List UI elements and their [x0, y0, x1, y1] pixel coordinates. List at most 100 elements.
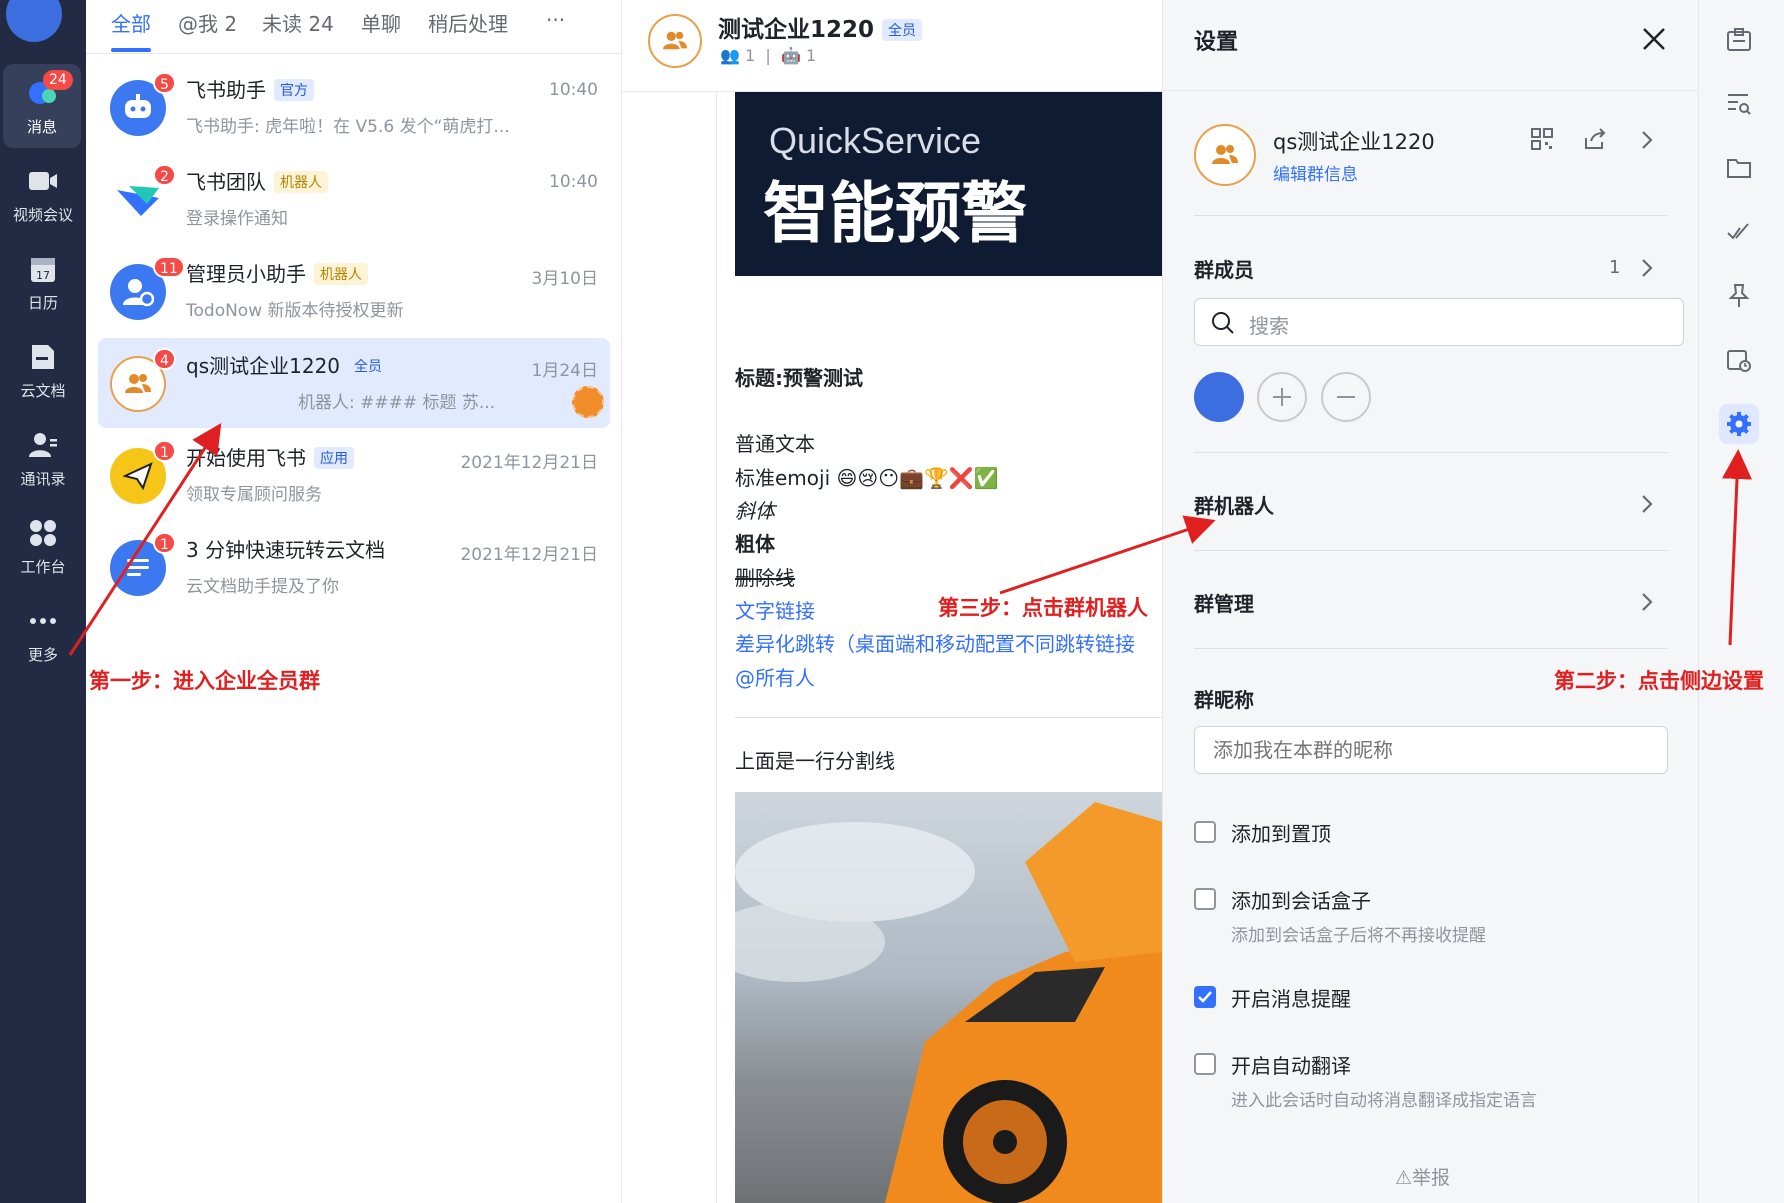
settings-title: 设置 [1194, 30, 1239, 55]
chevron-right-icon [1641, 494, 1653, 518]
chat-preview: 云文档助手提及了你 [186, 577, 339, 597]
bot-mini-avatar [572, 386, 604, 418]
chat-box-checkbox[interactable] [1194, 888, 1216, 910]
list-item[interactable]: 1 开始使用飞书 应用 2021年12月21日 领取专属顾问服务 [98, 430, 610, 520]
chat-name: 管理员小助手 机器人 [186, 258, 368, 287]
chat-name-text: 开始使用飞书 [186, 446, 306, 470]
notify-checkbox[interactable] [1194, 986, 1216, 1008]
tab-later[interactable]: 稍后处理 [428, 8, 508, 37]
message-card: QuickService 智能预警 标题:预警测试 普通文本 标准emoji 😄… [716, 92, 1163, 1203]
list-item[interactable]: 5 飞书助手 官方 10:40 飞书助手: 虎年啦！在 V5.6 发个“萌虎打..… [98, 62, 610, 152]
minus-icon [1337, 396, 1355, 398]
text-divider-note: 上面是一行分割线 [735, 749, 895, 773]
announcement-icon[interactable] [1723, 24, 1755, 56]
calendar-icon: 17 [26, 252, 60, 286]
diff-jump-link[interactable]: 差异化跳转（桌面端和移动配置不同跳转链接 [735, 628, 1135, 657]
qr-code-icon[interactable] [1531, 128, 1553, 154]
bot-icon: 🤖 [780, 46, 801, 65]
tab-all[interactable]: 全部 [111, 8, 151, 37]
at-all-mention[interactable]: @所有人 [735, 662, 815, 691]
list-item[interactable]: 4 qs测试企业1220 全员 1月24日 机器人: #### 标题 苏... [98, 338, 610, 428]
search-history-icon[interactable] [1723, 88, 1755, 120]
card-divider [735, 717, 1163, 718]
edit-group-info-link[interactable]: 编辑群信息 [1273, 160, 1358, 185]
nav-label: 通讯录 [20, 469, 66, 488]
group-avatar-icon[interactable] [1194, 124, 1256, 186]
more-dots-icon [26, 604, 60, 638]
list-item[interactable]: 11 管理员小助手 机器人 3月10日 TodoNow 新版本待授权更新 [98, 246, 610, 336]
unread-badge: 5 [153, 72, 176, 94]
member-avatar[interactable] [1194, 372, 1244, 422]
warning-icon: ⚠ [1395, 1167, 1413, 1189]
text-link[interactable]: 文字链接 [735, 595, 815, 624]
chat-preview: TodoNow 新版本待授权更新 [186, 301, 404, 321]
chat-header: 测试企业1220 全员 👥 1 | 🤖 1 [622, 0, 1162, 92]
chevron-right-icon[interactable] [1641, 130, 1653, 154]
tab-direct[interactable]: 单聊 [361, 8, 401, 37]
nav-item-messages[interactable]: 24 消息 [3, 64, 81, 148]
tab-mentions[interactable]: @我 2 [178, 8, 237, 37]
bot-count: 1 [805, 46, 817, 65]
bots-title: 群机器人 [1194, 494, 1274, 518]
group-avatar-icon [648, 14, 702, 68]
check-icon [1198, 991, 1212, 1003]
banner-brand: QuickService [769, 120, 982, 161]
annotation-step3: 第三步：点击群机器人 [938, 596, 1148, 620]
section-divider [1194, 648, 1668, 649]
list-item[interactable]: 2 飞书团队 机器人 10:40 登录操作通知 [98, 154, 610, 244]
add-member-button[interactable] [1257, 372, 1307, 422]
group-bots-row[interactable]: 群机器人 [1163, 470, 1699, 536]
card-title: 标题:预警测试 [735, 366, 863, 390]
pin-checkbox[interactable] [1194, 821, 1216, 843]
calendar-event-icon[interactable] [1723, 344, 1755, 376]
section-divider [1194, 452, 1668, 453]
chat-time: 1月24日 [531, 361, 598, 381]
chat-time: 2021年12月21日 [460, 453, 598, 473]
chat-name-text: 飞书团队 [186, 170, 266, 194]
member-search-input[interactable]: 搜索 [1194, 298, 1684, 346]
video-camera-icon [26, 164, 60, 198]
chat-filter-tabs: 全部 @我 2 未读 24 单聊 稍后处理 ··· [86, 0, 622, 54]
nav-item-contacts[interactable]: 通讯录 [0, 416, 86, 500]
nickname-input[interactable] [1194, 726, 1668, 774]
close-icon[interactable] [1641, 26, 1667, 56]
text-italic: 斜体 [735, 499, 775, 523]
document-icon [26, 340, 60, 374]
car-image[interactable] [735, 792, 1163, 1203]
contacts-icon [26, 428, 60, 462]
chat-area: 测试企业1220 全员 👥 1 | 🤖 1 QuickService 智能预警 标… [622, 0, 1163, 1203]
chat-name-text: 3 分钟快速玩转云文档 [186, 538, 386, 562]
nav-item-video[interactable]: 视频会议 [0, 152, 86, 236]
settings-gear-icon[interactable] [1719, 404, 1759, 444]
chat-name: 飞书助手 官方 [186, 74, 314, 103]
translate-checkbox[interactable] [1194, 1053, 1216, 1075]
task-check-icon[interactable] [1723, 216, 1755, 248]
chat-tag: 应用 [314, 447, 354, 469]
nav-label: 日历 [27, 293, 58, 312]
header-divider [1163, 90, 1699, 91]
chat-tag: 全员 [348, 355, 389, 377]
pin-icon[interactable] [1723, 280, 1755, 312]
report-link[interactable]: ⚠举报 [1395, 1163, 1450, 1190]
share-icon[interactable] [1583, 128, 1607, 154]
tab-unread[interactable]: 未读 24 [262, 8, 334, 37]
chat-preview: 机器人: #### 标题 苏... [298, 393, 496, 413]
chat-name: qs测试企业1220 全员 [186, 350, 389, 379]
tab-more[interactable]: ··· [546, 8, 565, 32]
chat-meta: 👥 1 | 🤖 1 [720, 46, 817, 65]
user-avatar[interactable] [6, 0, 62, 42]
nav-item-workplace[interactable]: 工作台 [0, 504, 86, 588]
list-item[interactable]: 1 3 分钟快速玩转云文档 2021年12月21日 云文档助手提及了你 [98, 522, 610, 612]
remove-member-button[interactable] [1321, 372, 1371, 422]
group-manage-row[interactable]: 群管理 [1163, 568, 1699, 634]
nav-item-more[interactable]: 更多 [0, 592, 86, 676]
nav-item-docs[interactable]: 云文档 [0, 328, 86, 412]
folder-icon[interactable] [1723, 152, 1755, 184]
right-toolbar [1698, 0, 1784, 1203]
group-name: qs测试企业1220 [1273, 130, 1435, 154]
chevron-right-icon[interactable] [1641, 258, 1653, 282]
chat-title: 测试企业1220 全员 [718, 10, 923, 44]
nav-item-calendar[interactable]: 17 日历 [0, 240, 86, 324]
calendar-day: 17 [36, 269, 50, 282]
left-nav: 24 消息 视频会议 17 日历 云文档 通讯录 工作台 更多 [0, 0, 86, 1203]
